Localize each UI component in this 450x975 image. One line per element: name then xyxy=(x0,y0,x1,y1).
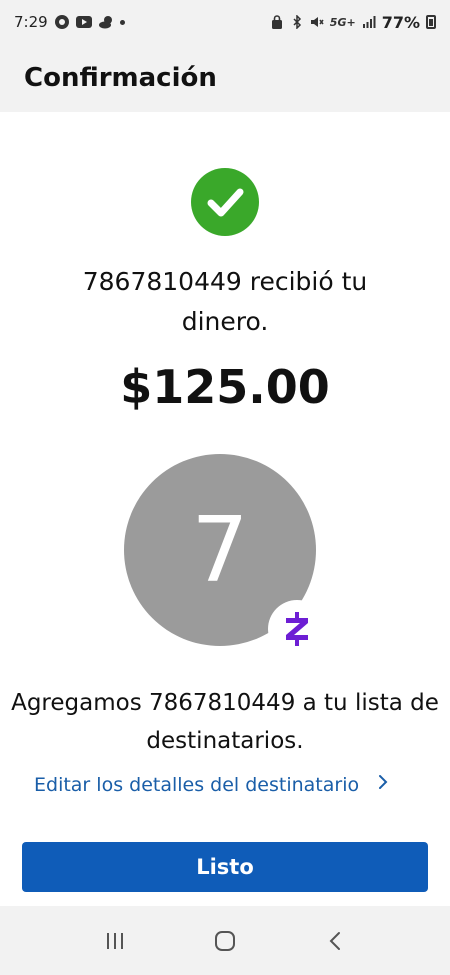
edit-recipient-link[interactable]: Editar los detalles del destinatario xyxy=(34,772,389,797)
system-nav-bar xyxy=(0,906,450,975)
chevron-right-icon xyxy=(377,772,389,797)
battery-percent: 77% xyxy=(381,12,420,32)
confirmation-content: 7867810449 recibió tu dinero. $125.00 7 … xyxy=(0,112,450,902)
status-left: 7:29 xyxy=(14,13,125,31)
edit-recipient-label: Editar los detalles del destinatario xyxy=(34,773,360,796)
amount-sent: $125.00 xyxy=(120,360,330,414)
recipient-added-message: Agregamos 7867810449 a tu lista de desti… xyxy=(11,690,439,754)
network-type: 5G+ xyxy=(329,15,356,29)
bluetooth-icon xyxy=(290,14,304,30)
confirmation-message: 7867810449 recibió tu dinero. xyxy=(82,267,368,336)
recents-icon[interactable] xyxy=(95,921,135,961)
youtube-icon xyxy=(75,14,92,30)
checkmark-icon xyxy=(191,168,259,236)
weather-icon xyxy=(98,14,114,30)
status-right: 5G+ 77% xyxy=(270,13,436,32)
avatar-initial: 7 xyxy=(191,497,249,603)
mute-icon xyxy=(310,14,324,30)
battery-icon xyxy=(426,15,436,29)
more-notifications-icon xyxy=(119,19,125,25)
page-title: Confirmación xyxy=(24,63,217,93)
zelle-icon xyxy=(268,600,326,658)
home-icon[interactable] xyxy=(205,921,245,961)
status-bar: 7:29 5G+ 77% xyxy=(0,0,450,44)
back-icon[interactable] xyxy=(315,921,355,961)
done-button[interactable]: Listo xyxy=(22,842,428,892)
lock-icon xyxy=(270,14,284,30)
app-notification-icon xyxy=(54,14,70,30)
signal-icon xyxy=(362,14,376,30)
status-time: 7:29 xyxy=(14,13,48,31)
app-header: Confirmación xyxy=(0,44,450,112)
